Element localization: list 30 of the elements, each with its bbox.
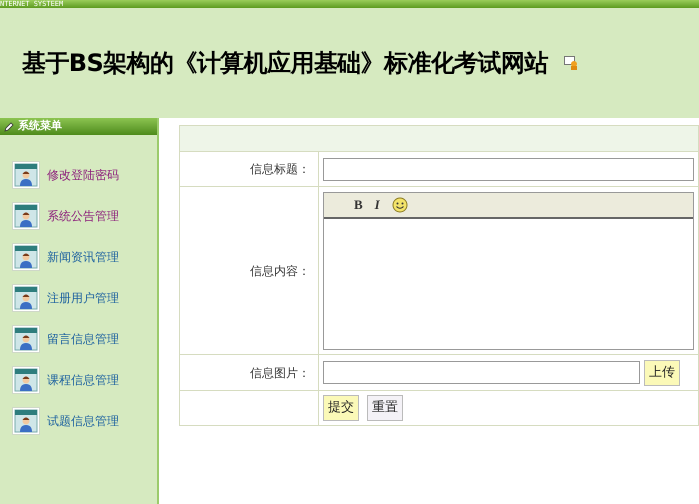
image-path-input[interactable] bbox=[323, 361, 640, 384]
bold-button[interactable]: B bbox=[354, 194, 363, 214]
menu-item[interactable]: 留言信息管理 bbox=[12, 324, 157, 354]
reset-button[interactable]: 重置 bbox=[367, 395, 403, 421]
user-card-icon bbox=[12, 284, 40, 312]
menu-item[interactable]: 试题信息管理 bbox=[12, 406, 157, 436]
submit-button[interactable]: 提交 bbox=[323, 395, 359, 421]
rich-text-editor[interactable]: B I bbox=[323, 192, 694, 350]
field-label: 信息标题： bbox=[250, 162, 310, 176]
field-label: 信息内容： bbox=[250, 264, 310, 278]
chat-user-icon bbox=[564, 56, 578, 70]
pencil-icon bbox=[4, 122, 14, 132]
sidebar-title: 系统菜单 bbox=[18, 118, 62, 134]
user-card-icon bbox=[12, 243, 40, 271]
field-label: 信息图片： bbox=[250, 366, 310, 380]
user-card-icon bbox=[12, 325, 40, 353]
user-card-icon bbox=[12, 407, 40, 435]
smiley-icon[interactable] bbox=[392, 196, 408, 212]
user-card-icon bbox=[12, 202, 40, 230]
user-card-icon bbox=[12, 161, 40, 189]
italic-button[interactable]: I bbox=[374, 194, 380, 214]
site-title: 基于BS架构的《计算机应用基础》标准化考试网站 bbox=[22, 48, 548, 79]
upload-button[interactable]: 上传 bbox=[644, 360, 680, 386]
menu-item[interactable]: 新闻资讯管理 bbox=[12, 242, 157, 272]
menu-item[interactable]: 修改登陆密码 bbox=[12, 160, 157, 190]
user-card-icon bbox=[12, 366, 40, 394]
title-input[interactable] bbox=[323, 158, 694, 180]
menu-item[interactable]: 课程信息管理 bbox=[12, 365, 157, 395]
menu-item[interactable]: 注册用户管理 bbox=[12, 283, 157, 313]
menu-item[interactable]: 系统公告管理 bbox=[12, 201, 157, 231]
